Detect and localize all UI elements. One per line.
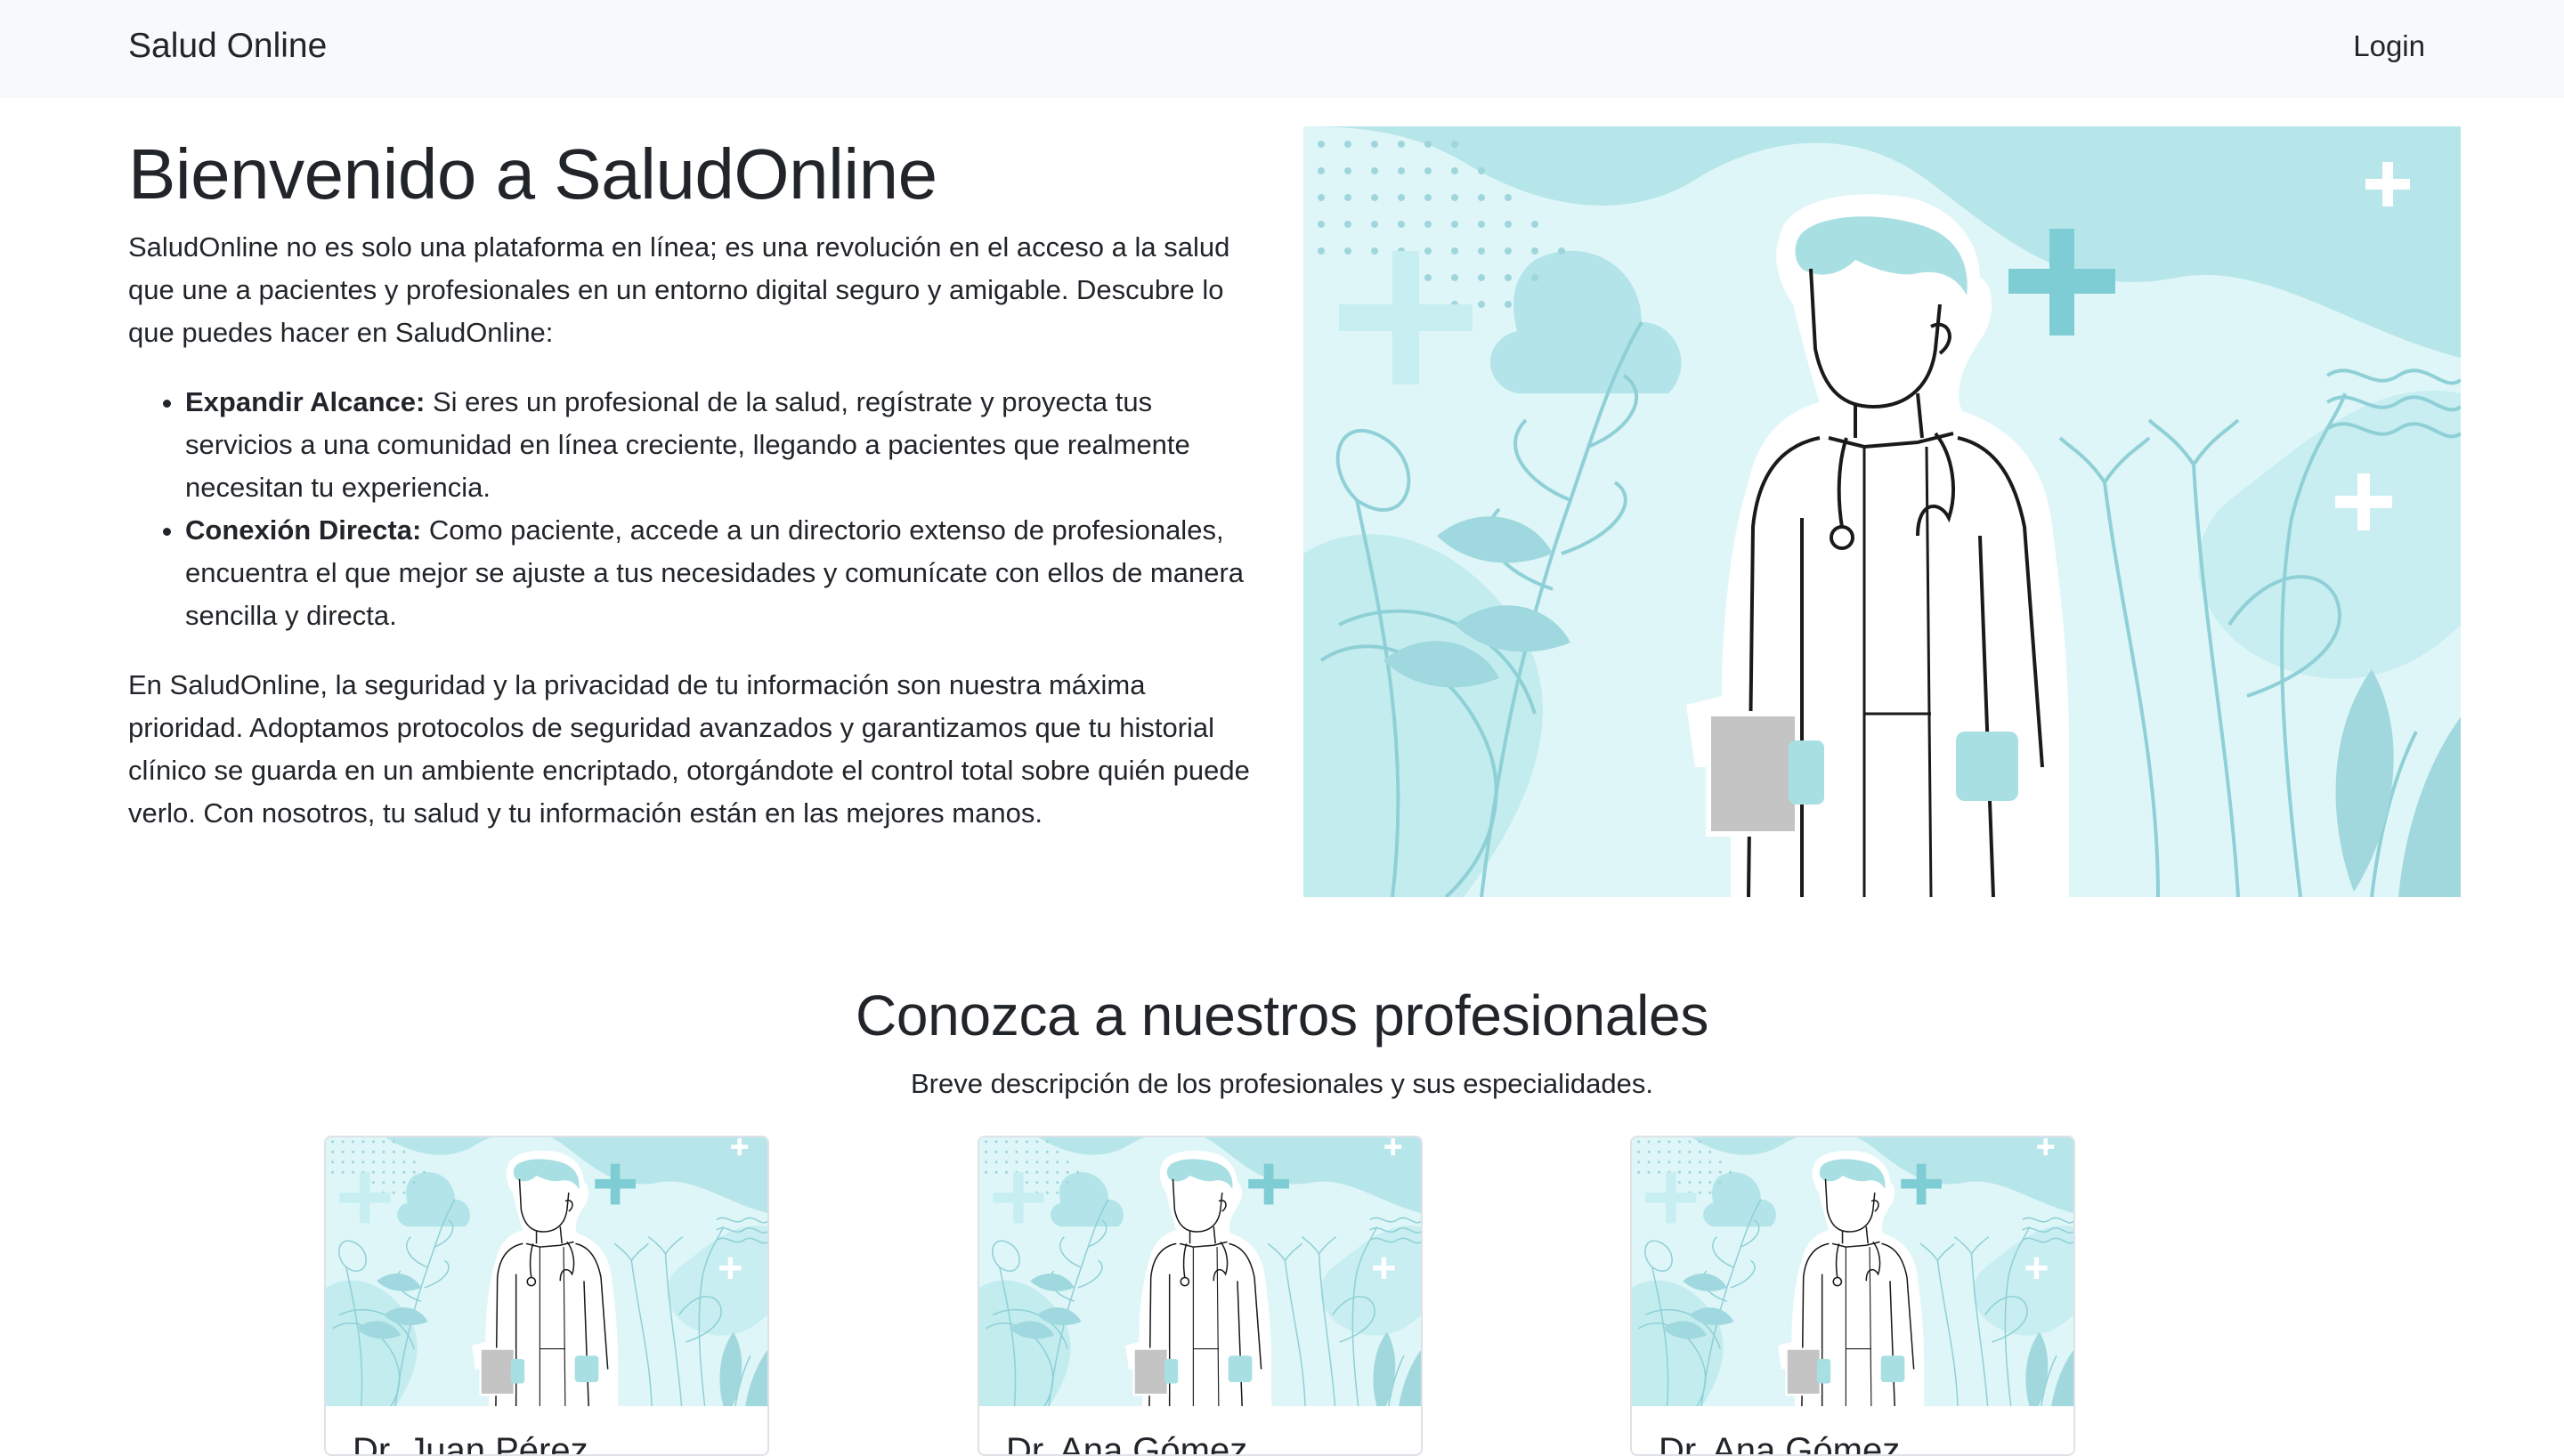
feature-item-connect: Conexión Directa: Como paciente, accede … xyxy=(185,509,1259,637)
professional-card[interactable]: Dr. Ana Gómez xyxy=(978,1136,1423,1456)
card-name: Dr. Juan Pérez xyxy=(353,1431,588,1456)
hero-closing: En SaludOnline, la seguridad y la privac… xyxy=(128,669,1250,829)
hero-title: Bienvenido a SaludOnline xyxy=(128,134,937,214)
card-doctor-illustration xyxy=(326,1137,767,1406)
card-name: Dr. Ana Gómez xyxy=(1659,1431,1901,1456)
hero-section: Bienvenido a SaludOnline SaludOnline no … xyxy=(128,133,1259,835)
brand-link[interactable]: Salud Online xyxy=(128,27,327,66)
card-doctor-illustration xyxy=(979,1137,1421,1406)
hero-intro: SaludOnline no es solo una plataforma en… xyxy=(128,231,1230,348)
feature-title: Expandir Alcance: xyxy=(185,386,426,417)
feature-list: Expandir Alcance: Si eres un profesional… xyxy=(128,381,1259,637)
card-name: Dr. Ana Gómez xyxy=(1006,1431,1248,1456)
hero-doctor-illustration xyxy=(1303,126,2461,897)
navbar: Salud Online Login xyxy=(0,0,2564,98)
professional-card[interactable]: Dr. Ana Gómez xyxy=(1630,1136,2075,1456)
card-doctor-illustration xyxy=(1632,1137,2073,1406)
feature-title: Conexión Directa: xyxy=(185,514,422,546)
professionals-subtitle: Breve descripción de los profesionales y… xyxy=(910,1068,1654,1099)
professionals-title: Conozca a nuestros profesionales xyxy=(855,983,1709,1048)
login-link[interactable]: Login xyxy=(2353,29,2425,63)
professional-card[interactable]: Dr. Juan Pérez xyxy=(324,1136,769,1456)
feature-item-expand: Expandir Alcance: Si eres un profesional… xyxy=(185,381,1259,509)
